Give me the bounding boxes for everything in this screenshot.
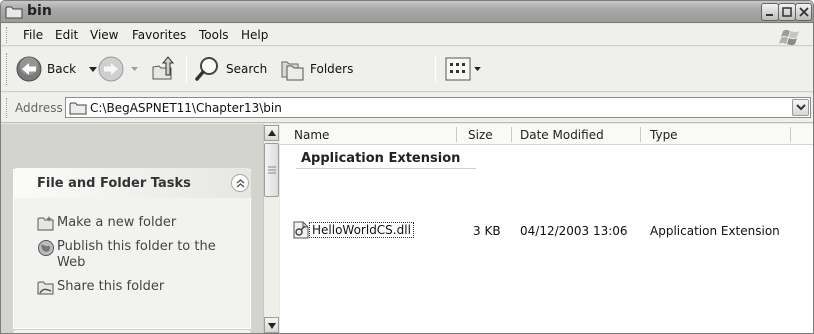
- chevron-up-icon: [236, 179, 245, 188]
- search-button[interactable]: Search: [194, 55, 274, 83]
- windows-logo-icon: [779, 29, 799, 46]
- column-name[interactable]: Name: [294, 128, 329, 142]
- menu-tools[interactable]: Tools: [199, 28, 229, 42]
- toolbar-grip[interactable]: [6, 27, 9, 43]
- file-name[interactable]: HelloWorldCS.dll: [309, 222, 414, 238]
- chevron-down-icon: [796, 104, 806, 111]
- close-button[interactable]: [795, 3, 812, 21]
- column-header: Name Size Date Modified Type: [280, 124, 813, 145]
- arrow-up-icon: [268, 130, 276, 136]
- arrow-down-icon: [268, 323, 276, 329]
- forward-dropdown-icon[interactable]: [131, 67, 138, 72]
- new-folder-icon: [37, 216, 54, 231]
- up-folder-icon[interactable]: [149, 55, 177, 83]
- views-button[interactable]: [445, 55, 485, 83]
- folders-label: Folders: [310, 62, 354, 76]
- address-dropdown-button[interactable]: [792, 99, 809, 116]
- scroll-up-button[interactable]: [264, 125, 279, 141]
- share-folder-icon: [37, 281, 54, 295]
- column-divider[interactable]: [456, 127, 457, 142]
- address-input[interactable]: C:\BegASPNET11\Chapter13\bin: [65, 97, 811, 118]
- menu-file[interactable]: File: [23, 28, 43, 42]
- task-pane-scrollbar[interactable]: [263, 124, 279, 333]
- task-pane: File and Folder Tasks Make a new folder …: [1, 124, 263, 333]
- file-date-modified: 04/12/2003 13:06: [520, 224, 628, 238]
- file-type: Application Extension: [650, 224, 780, 238]
- tasks-panel-title: File and Folder Tasks: [37, 176, 191, 191]
- toolbar-grip[interactable]: [6, 98, 9, 118]
- folder-icon: [5, 6, 23, 19]
- collapse-button[interactable]: [231, 174, 249, 192]
- group-divider: [296, 168, 476, 169]
- task-make-new-folder[interactable]: Make a new folder: [57, 215, 176, 231]
- file-list[interactable]: Name Size Date Modified Type Application…: [280, 124, 813, 333]
- other-places-panel: [13, 330, 251, 333]
- group-header: Application Extension: [301, 151, 461, 166]
- grip-lines-icon: [268, 166, 276, 174]
- window-title: bin: [27, 3, 52, 19]
- task-share-folder[interactable]: Share this folder: [57, 279, 164, 295]
- back-arrow-icon: [16, 56, 42, 82]
- toolbar-grip[interactable]: [6, 53, 9, 85]
- folders-icon: [281, 61, 304, 81]
- maximize-button[interactable]: [778, 3, 796, 21]
- address-bar: Address C:\BegASPNET11\Chapter13\bin: [1, 93, 813, 123]
- address-value: C:\BegASPNET11\Chapter13\bin: [90, 101, 282, 115]
- menu-view[interactable]: View: [90, 28, 118, 42]
- back-dropdown-icon[interactable]: [89, 67, 97, 73]
- back-label: Back: [47, 62, 77, 76]
- column-size[interactable]: Size: [468, 128, 493, 142]
- scroll-thumb[interactable]: [264, 143, 279, 197]
- forward-arrow-icon[interactable]: [97, 55, 125, 83]
- publish-web-icon: [38, 240, 54, 256]
- menu-help[interactable]: Help: [241, 28, 268, 42]
- toolbar-separator: [186, 55, 187, 83]
- folders-button[interactable]: Folders: [278, 55, 358, 83]
- menu-bar: File Edit View Favorites Tools Help: [1, 24, 813, 46]
- folder-icon: [69, 102, 87, 115]
- standard-toolbar: Back Search Folders: [1, 47, 813, 92]
- address-label: Address: [15, 101, 63, 115]
- tasks-panel-header[interactable]: File and Folder Tasks: [13, 168, 251, 198]
- table-row[interactable]: HelloWorldCS.dll 3 KB 04/12/2003 13:06 A…: [280, 221, 813, 241]
- scroll-down-button[interactable]: [264, 317, 279, 333]
- explorer-window: bin File Edit View Favorites Tools Help: [0, 0, 814, 334]
- column-date-modified[interactable]: Date Modified: [520, 128, 604, 142]
- views-icon: [445, 57, 471, 81]
- dll-file-icon: [293, 221, 309, 239]
- search-label: Search: [226, 62, 268, 76]
- views-dropdown-icon: [474, 67, 481, 72]
- file-size: 3 KB: [473, 224, 501, 238]
- minimize-button[interactable]: [761, 3, 779, 21]
- column-divider[interactable]: [790, 127, 791, 142]
- task-publish-folder[interactable]: Publish this folder to the Web: [57, 239, 227, 271]
- search-icon: [195, 57, 218, 81]
- menu-favorites[interactable]: Favorites: [132, 28, 186, 42]
- toolbar-separator: [435, 55, 436, 83]
- column-type[interactable]: Type: [650, 128, 678, 142]
- column-divider[interactable]: [511, 127, 512, 142]
- column-divider[interactable]: [640, 127, 641, 142]
- menu-edit[interactable]: Edit: [55, 28, 78, 42]
- title-bar[interactable]: bin: [1, 1, 813, 23]
